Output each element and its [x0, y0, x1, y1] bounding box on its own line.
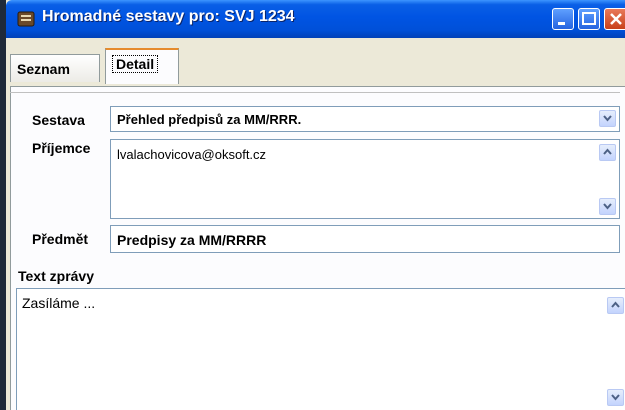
text-zpravy-textarea[interactable]: Zasíláme ... [16, 288, 625, 410]
chevron-up-icon [603, 148, 612, 155]
prijemce-input[interactable]: lvalachovicova@oksoft.cz [110, 139, 620, 219]
prijemce-scroll-down[interactable] [599, 198, 616, 215]
close-icon [610, 13, 622, 25]
close-button[interactable] [604, 8, 625, 30]
prijemce-label: Příjemce [32, 140, 91, 156]
sestava-select[interactable]: Přehled předpisů za MM/RRR. [110, 106, 620, 132]
tab-seznam[interactable]: Seznam [10, 54, 100, 82]
tab-detail[interactable]: Detail [105, 48, 179, 84]
minimize-icon [558, 22, 565, 25]
divider [10, 92, 620, 93]
chevron-down-icon [611, 394, 620, 401]
title-bar[interactable]: Hromadné sestavy pro: SVJ 1234 [6, 0, 625, 38]
chevron-down-icon [603, 203, 612, 210]
app-icon [17, 11, 35, 27]
prijemce-scroll-up[interactable] [599, 144, 616, 161]
maximize-icon [582, 12, 596, 25]
predmet-label: Předmět [32, 231, 89, 247]
sestava-label: Sestava [32, 112, 85, 128]
text-zpravy-label: Text zprávy [18, 268, 94, 284]
predmet-input[interactable]: Predpisy za MM/RRRR [110, 225, 620, 253]
minimize-button[interactable] [552, 8, 574, 30]
maximize-button[interactable] [578, 8, 600, 30]
tab-detail-label: Detail [112, 55, 159, 73]
text-zpravy-value: Zasíláme ... [22, 295, 96, 311]
chevron-down-icon [603, 115, 612, 122]
tab-seznam-label: Seznam [17, 61, 70, 77]
window-title: Hromadné sestavy pro: SVJ 1234 [42, 8, 295, 25]
text-scroll-down[interactable] [607, 389, 624, 406]
predmet-value: Predpisy za MM/RRRR [117, 232, 267, 248]
chevron-up-icon [611, 301, 620, 308]
text-scroll-up[interactable] [607, 297, 624, 314]
sestava-dropdown-button[interactable] [599, 110, 616, 127]
app-window: Hromadné sestavy pro: SVJ 1234 Seznam De… [0, 0, 625, 410]
prijemce-value: lvalachovicova@oksoft.cz [117, 147, 267, 162]
sestava-value: Přehled předpisů za MM/RRR. [117, 112, 302, 127]
